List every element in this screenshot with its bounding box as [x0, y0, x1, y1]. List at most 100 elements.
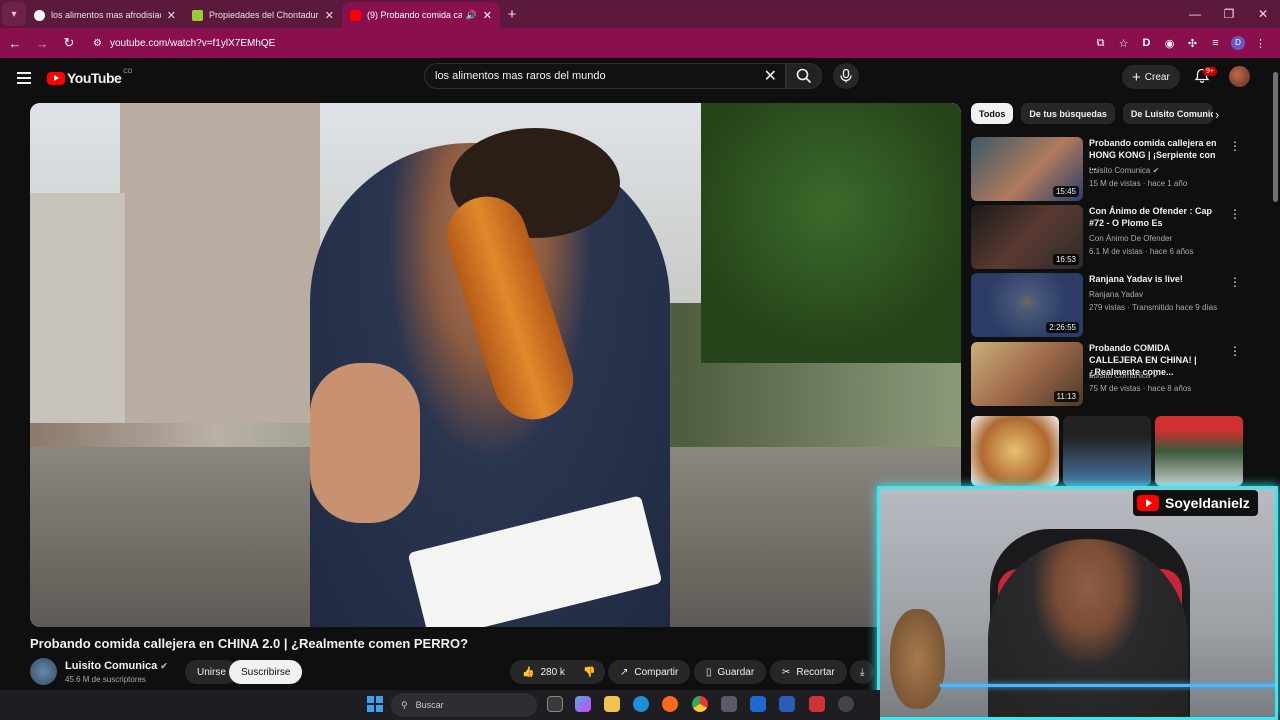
short-thumbnail[interactable] [971, 416, 1059, 486]
video-thumbnail[interactable]: 16:53 [971, 205, 1083, 269]
short-thumbnail[interactable] [1155, 416, 1243, 486]
chip-from-channel[interactable]: De Luisito Comunica [1122, 103, 1213, 124]
store-icon[interactable] [721, 696, 737, 712]
video-thumbnail[interactable]: 2:26:55 [971, 273, 1083, 337]
app-icon[interactable] [809, 696, 825, 712]
close-tab-icon[interactable]: ✕ [325, 9, 334, 22]
channel-text: Luisito Comunica [1089, 166, 1151, 175]
video-actions-row: Luisito Comunica ✔ 45.6 M de suscriptores… [30, 658, 880, 686]
save-button[interactable]: ▯ Guardar [694, 660, 767, 684]
extensions-puzzle-icon[interactable]: ✣ [1181, 37, 1204, 50]
extension-d-icon[interactable]: D [1135, 37, 1158, 49]
microphone-icon [840, 69, 852, 83]
profile-avatar-icon[interactable]: D [1231, 36, 1245, 50]
clear-search-icon[interactable]: ✕ [764, 66, 777, 86]
share-icon: ↗ [620, 666, 629, 678]
reading-list-icon[interactable]: ≡ [1204, 37, 1227, 49]
search-icon [796, 68, 812, 84]
recommendation-meta: 279 vistas · Transmitido hace 9 días [1089, 303, 1218, 312]
recommendation-channel: Luisito Comunica ✔ [1089, 166, 1159, 175]
bookmark-star-icon[interactable]: ☆ [1112, 37, 1135, 50]
recommendation-item[interactable]: 2:26:55 Ranjana Yadav is live! Ranjana Y… [971, 273, 1251, 337]
url-field[interactable]: ⚙ youtube.com/watch?v=f1ylX7EMhQE [93, 38, 275, 49]
more-actions-icon[interactable]: ⋮ [1229, 207, 1241, 221]
create-label: Crear [1144, 71, 1170, 83]
logo-text: YouTube [67, 70, 122, 86]
close-tab-icon[interactable]: ✕ [167, 9, 176, 22]
chips-next-chevron-icon[interactable]: › [1215, 107, 1219, 122]
audio-playing-icon[interactable]: 🔊 [466, 10, 477, 21]
tab-3-active[interactable]: (9) Probando comida callejera 🔊 ✕ [342, 2, 500, 28]
chrome-icon[interactable] [692, 696, 708, 712]
task-view-icon[interactable] [547, 696, 563, 712]
reload-icon[interactable]: ↻ [57, 35, 81, 51]
word-icon[interactable] [779, 696, 795, 712]
video-duration: 16:53 [1052, 254, 1079, 265]
site-favicon-icon [192, 9, 203, 21]
extensions-area: ⧉ ☆ D ◉ ✣ ≡ D ⋮ [1089, 28, 1272, 58]
recommendation-item[interactable]: 16:53 Con Ánimo de Ofender : Cap #72 - O… [971, 205, 1251, 269]
subscribe-button[interactable]: Suscribirse [229, 660, 303, 684]
new-tab-button[interactable]: + [500, 6, 524, 23]
channel-avatar[interactable] [30, 658, 57, 685]
channel-name-text: Luisito Comunica [65, 660, 158, 672]
close-tab-icon[interactable]: ✕ [483, 9, 492, 22]
save-label: Guardar [717, 666, 755, 678]
recommendation-item[interactable]: 15:45 Probando comida callejera en HONG … [971, 137, 1251, 201]
voice-search-button[interactable] [833, 63, 859, 89]
tab-1[interactable]: los alimentos mas afrodisiacos ✕ [26, 2, 184, 28]
account-avatar[interactable] [1229, 66, 1250, 87]
video-thumbnail[interactable]: 11:13 [971, 342, 1083, 406]
youtube-logo[interactable]: YouTube CO [47, 69, 132, 86]
windows-taskbar: ⚲ Buscar [0, 690, 880, 720]
close-window-icon[interactable]: ✕ [1246, 0, 1280, 28]
dislike-button[interactable]: 👎 [573, 660, 606, 684]
more-actions-icon[interactable]: ⋮ [1229, 275, 1241, 289]
menu-hamburger-icon[interactable] [17, 72, 31, 84]
edge-icon[interactable] [633, 696, 649, 712]
more-actions-icon[interactable]: ⋮ [1229, 344, 1241, 358]
outlook-icon[interactable] [750, 696, 766, 712]
youtube-header: YouTube CO los alimentos mas raros del m… [0, 58, 1270, 98]
clip-button[interactable]: ✂ Recortar [770, 660, 847, 684]
recommendation-title: Ranjana Yadav is live! [1089, 274, 1183, 284]
share-button[interactable]: ↗ Compartir [608, 660, 691, 684]
forward-icon[interactable]: → [30, 36, 54, 51]
minimize-icon[interactable]: — [1178, 0, 1212, 28]
channel-name[interactable]: Luisito Comunica ✔ [65, 660, 168, 672]
google-favicon-icon [34, 9, 45, 21]
video-frame-trees [701, 103, 961, 363]
chip-all[interactable]: Todos [971, 103, 1014, 124]
more-actions-icon[interactable]: ⋮ [1229, 139, 1241, 153]
firefox-icon[interactable] [662, 696, 678, 712]
url-text: youtube.com/watch?v=f1ylX7EMhQE [109, 37, 276, 49]
search-input[interactable]: los alimentos mas raros del mundo ✕ [424, 63, 786, 89]
plus-icon: + [1132, 68, 1141, 86]
file-explorer-icon[interactable] [604, 696, 620, 712]
back-icon[interactable]: ← [3, 36, 27, 51]
browser-menu-icon[interactable]: ⋮ [1249, 37, 1272, 50]
short-thumbnail[interactable] [1063, 416, 1151, 486]
tab-2[interactable]: Propiedades del Chontaduro en ✕ [184, 2, 342, 28]
download-button[interactable]: ⤓ [850, 660, 875, 684]
page-scrollbar[interactable] [1272, 58, 1280, 488]
like-button[interactable]: 👍 280 k [510, 660, 577, 684]
extension-shield-icon[interactable]: ◉ [1158, 37, 1181, 50]
maximize-icon[interactable]: ❐ [1212, 0, 1246, 28]
settings-icon[interactable] [838, 696, 854, 712]
create-button[interactable]: + Crear [1122, 65, 1180, 89]
recommendation-item[interactable]: 11:13 Probando COMIDA CALLEJERA EN CHINA… [971, 342, 1251, 406]
windows-start-icon[interactable] [367, 696, 383, 712]
video-thumbnail[interactable]: 15:45 [971, 137, 1083, 201]
copilot-icon[interactable] [575, 696, 591, 712]
video-frame-building [30, 193, 125, 423]
video-player[interactable] [30, 103, 961, 627]
install-app-icon[interactable]: ⧉ [1089, 37, 1112, 50]
scissors-icon: ✂ [782, 666, 791, 678]
chip-from-searches[interactable]: De tus búsquedas [1021, 103, 1115, 124]
tab-search-button[interactable]: ▾ [2, 2, 26, 26]
site-info-icon[interactable]: ⚙ [93, 38, 102, 49]
search-query-text: los alimentos mas raros del mundo [435, 70, 606, 82]
search-button[interactable] [786, 63, 822, 89]
taskbar-search[interactable]: ⚲ Buscar [391, 693, 537, 717]
